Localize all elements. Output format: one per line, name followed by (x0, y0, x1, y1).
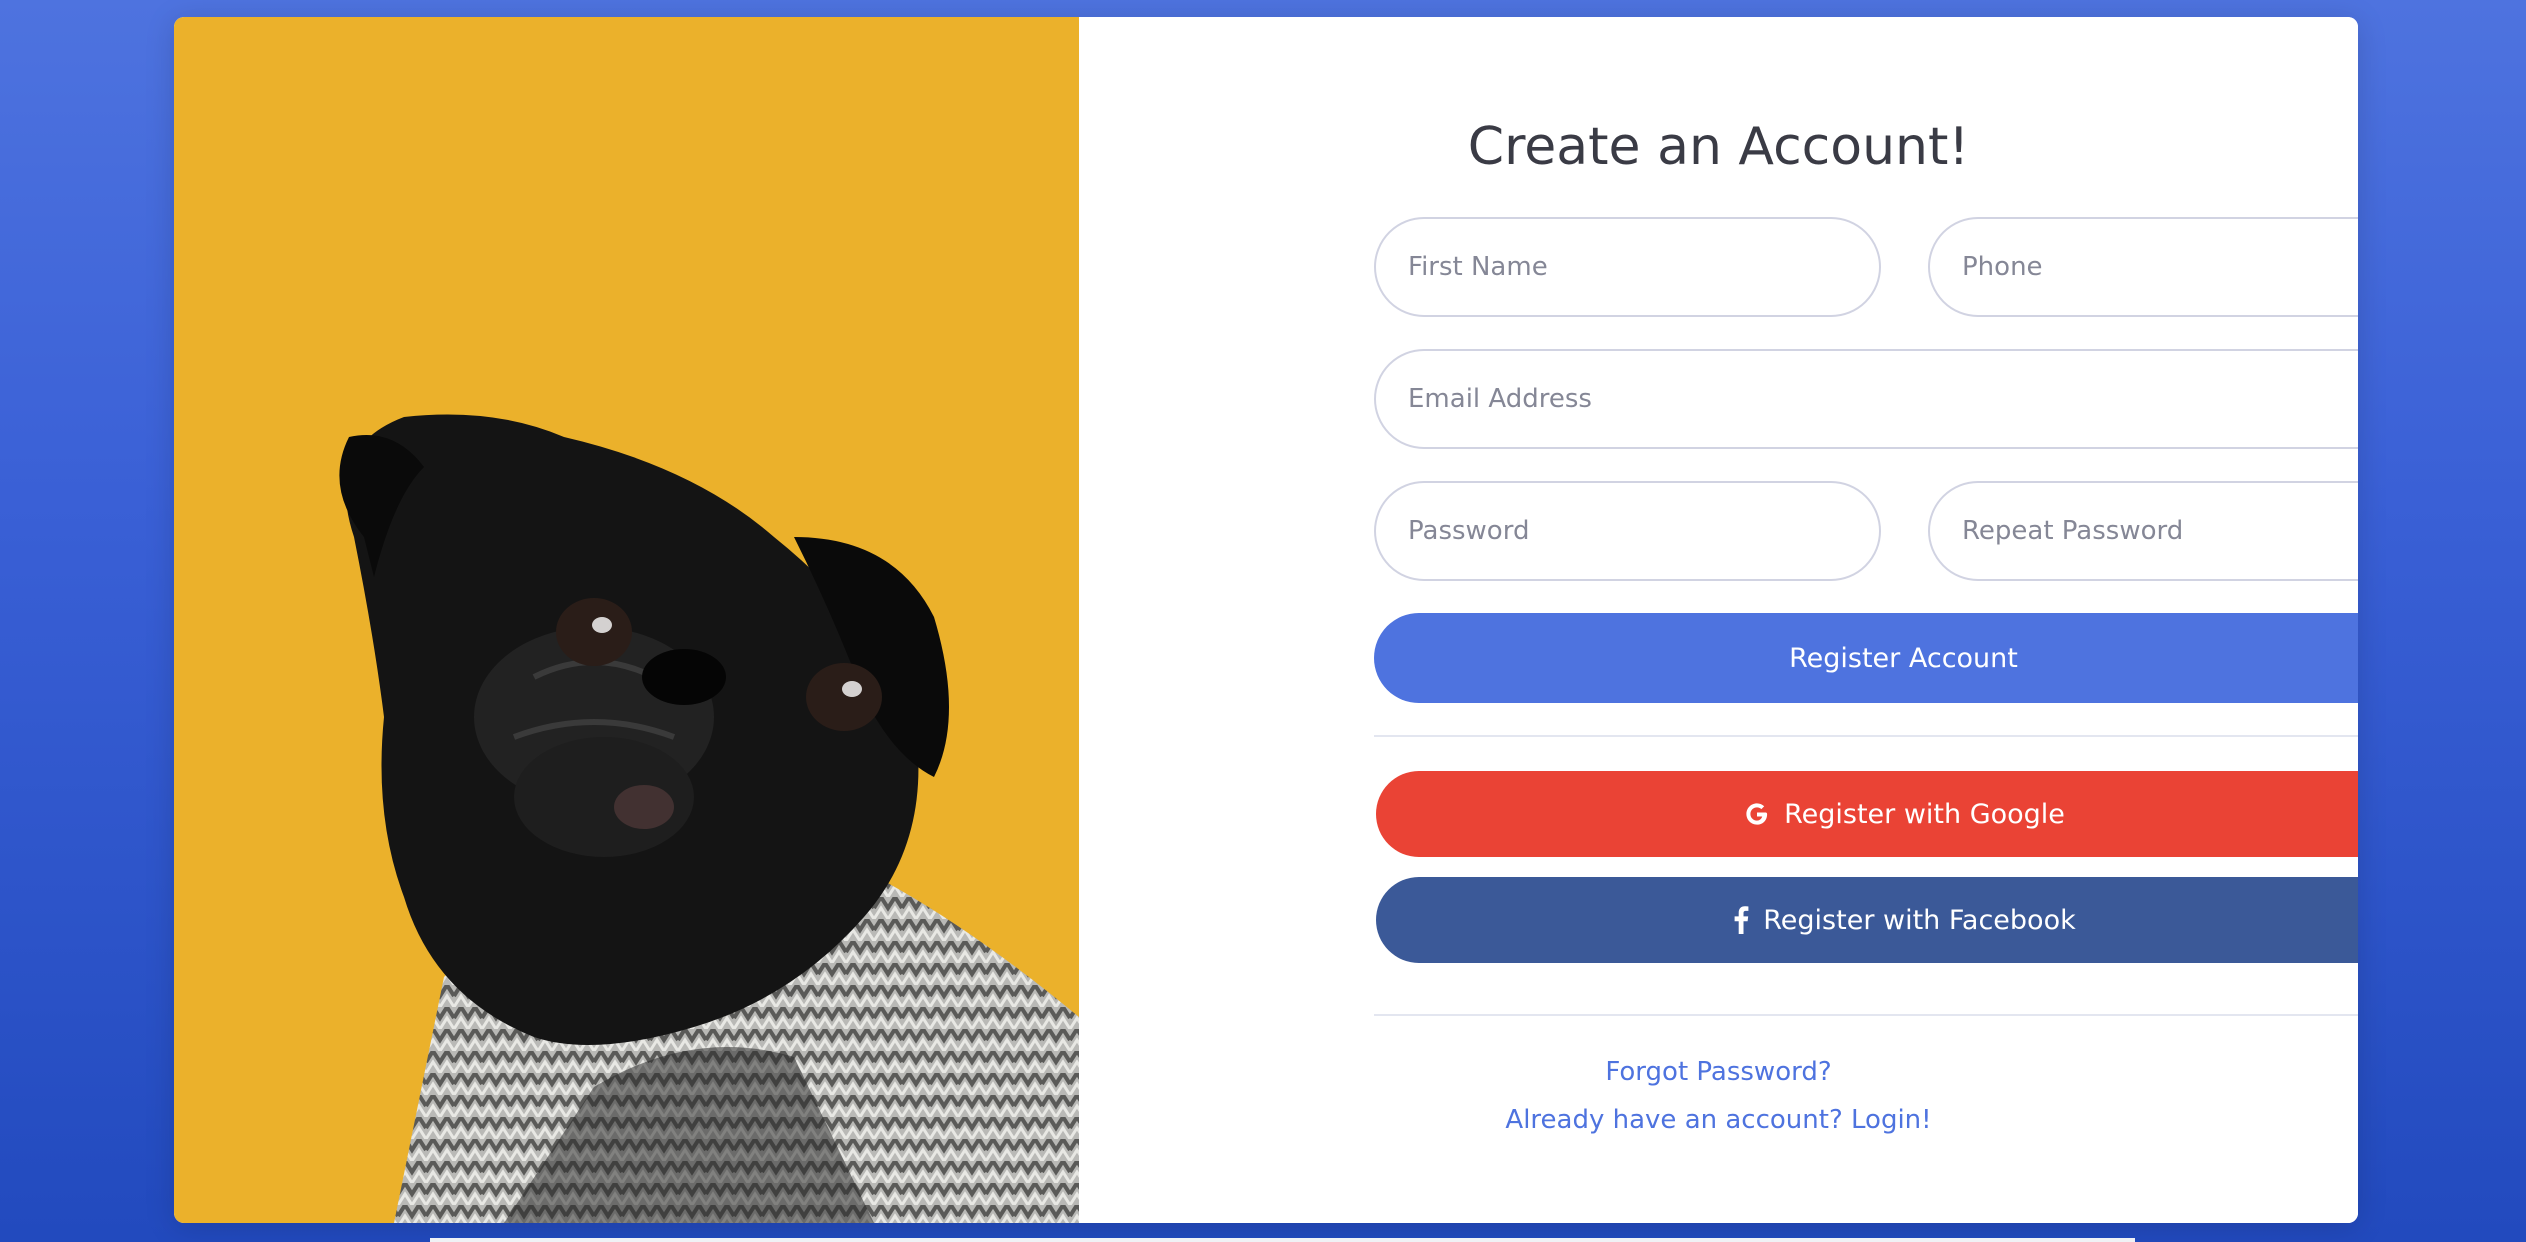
register-facebook-label: Register with Facebook (1763, 904, 2076, 936)
register-google-button[interactable]: Register with Google (1376, 771, 2358, 857)
register-account-button[interactable]: Register Account (1374, 613, 2358, 703)
repeat-password-input[interactable] (1928, 481, 2358, 581)
divider (1374, 1014, 2358, 1016)
pug-image (174, 17, 1079, 1223)
facebook-icon (1733, 906, 1749, 934)
email-input[interactable] (1374, 349, 2358, 449)
register-facebook-button[interactable]: Register with Facebook (1376, 877, 2358, 963)
first-name-input[interactable] (1374, 217, 1881, 317)
next-card-edge (430, 1238, 2135, 1242)
register-account-label: Register Account (1789, 642, 2018, 674)
phone-input[interactable] (1928, 217, 2358, 317)
page-title: Create an Account! (1467, 117, 1970, 177)
register-card: Create an Account! Register Account Regi… (174, 17, 2358, 1223)
pug-illustration (339, 414, 1079, 1223)
register-form-panel: Create an Account! Register Account Regi… (1079, 17, 2358, 1223)
password-input[interactable] (1374, 481, 1881, 581)
login-link[interactable]: Already have an account? Login! (1079, 1105, 2358, 1135)
google-icon (1744, 801, 1770, 827)
forgot-password-link[interactable]: Forgot Password? (1079, 1057, 2358, 1087)
divider (1374, 735, 2358, 737)
register-google-label: Register with Google (1784, 798, 2065, 830)
